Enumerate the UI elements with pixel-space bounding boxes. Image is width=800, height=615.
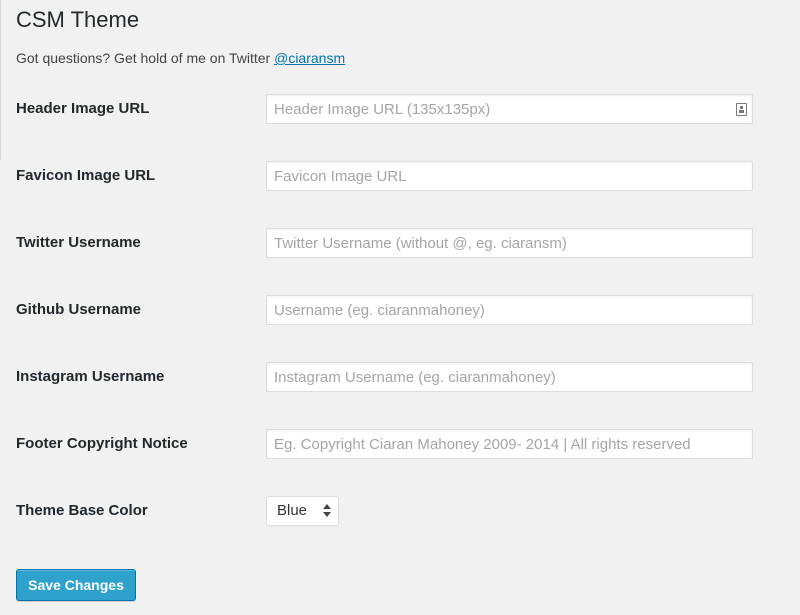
- intro-text-body: Got questions? Get hold of me on Twitter: [16, 50, 275, 66]
- favicon-image-url-label: Favicon Image URL: [16, 167, 156, 184]
- theme-base-color-label: Theme Base Color: [16, 502, 148, 519]
- save-changes-button[interactable]: Save Changes: [16, 569, 136, 601]
- form-row-header-image: Header Image URL: [0, 94, 800, 128]
- form-row-footer-copyright: Footer Copyright Notice: [0, 429, 800, 463]
- header-image-url-input[interactable]: [266, 94, 753, 124]
- theme-color-select[interactable]: Blue: [266, 496, 339, 526]
- form-row-github-username: Github Username: [0, 295, 800, 329]
- footer-copyright-label: Footer Copyright Notice: [16, 435, 188, 452]
- twitter-username-label: Twitter Username: [16, 234, 141, 251]
- twitter-link[interactable]: @ciaransm: [274, 50, 345, 66]
- twitter-username-input[interactable]: [266, 228, 753, 258]
- panel-edge: [0, 0, 1, 160]
- form-row-twitter-username: Twitter Username: [0, 228, 800, 262]
- form-row-instagram-username: Instagram Username: [0, 362, 800, 396]
- instagram-username-label: Instagram Username: [16, 368, 165, 385]
- github-username-label: Github Username: [16, 301, 142, 318]
- instagram-username-input[interactable]: [266, 362, 753, 392]
- github-username-input[interactable]: [266, 295, 753, 325]
- select-arrows-icon: [323, 504, 331, 519]
- form-row-favicon-image: Favicon Image URL: [0, 161, 800, 195]
- favicon-image-url-input[interactable]: [266, 161, 753, 191]
- contact-card-icon[interactable]: [736, 103, 747, 116]
- footer-copyright-input[interactable]: [266, 429, 753, 459]
- header-image-url-label: Header Image URL: [16, 100, 150, 117]
- intro-text: Got questions? Get hold of me on Twitter…: [16, 48, 345, 68]
- page-title: CSM Theme: [16, 7, 140, 32]
- form-row-theme-color: Theme Base Color Blue: [0, 496, 800, 530]
- theme-color-selected-value: Blue: [277, 502, 308, 519]
